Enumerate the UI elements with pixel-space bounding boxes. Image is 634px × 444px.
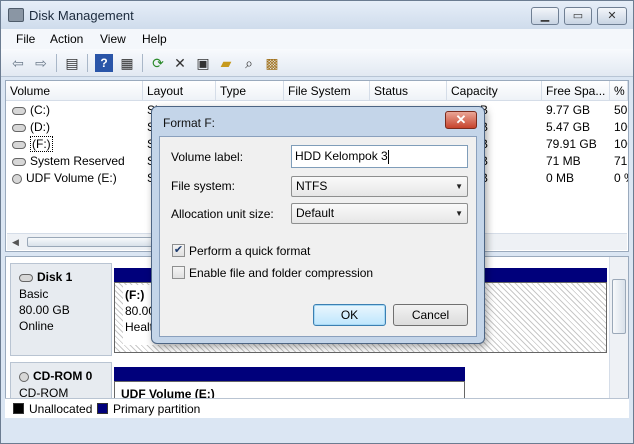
percent-free-cell: 0 % <box>614 171 628 185</box>
volume-name: (C:) <box>30 103 50 117</box>
menu-view[interactable]: View <box>100 32 126 46</box>
settings-icon[interactable]: ▣ <box>194 54 212 72</box>
volume-list-header: Volume Layout Type File System Status Ca… <box>6 81 628 101</box>
status-bar <box>1 421 633 443</box>
maximize-button[interactable]: ▭ <box>564 7 592 25</box>
percent-free-cell: 100 <box>614 120 628 134</box>
free-space-cell: 71 MB <box>546 154 581 168</box>
cd-rom-icon <box>19 371 29 382</box>
free-space-cell: 5.47 GB <box>546 120 591 134</box>
scroll-left-icon[interactable]: ◀ <box>7 234 24 250</box>
column-file-system[interactable]: File System <box>284 81 370 101</box>
column-volume[interactable]: Volume <box>6 81 143 101</box>
drive-icon <box>12 140 26 149</box>
legend-unallocated: Unallocated <box>29 402 93 416</box>
refresh-icon[interactable]: ⟳ <box>149 54 167 72</box>
window-title: Disk Management <box>29 8 134 23</box>
back-arrow-icon[interactable]: ⇦ <box>9 54 27 72</box>
free-space-cell: 0 MB <box>546 171 575 185</box>
search-icon[interactable]: ⌕ <box>240 54 258 72</box>
open-folder-icon[interactable]: ▰ <box>217 54 235 72</box>
column-percent-free[interactable]: % F <box>610 81 628 101</box>
disk-name: CD-ROM 0 <box>19 369 92 383</box>
check-disk-icon[interactable]: ▩ <box>263 54 281 72</box>
percent-free-cell: 50 <box>614 103 628 117</box>
format-dialog: Format F: ✕ Volume label: HDD Kelompok 3… <box>151 106 485 344</box>
menu-bar: File Action View Help <box>1 29 633 49</box>
close-button[interactable]: ✕ <box>597 7 627 25</box>
dropdown-arrow-icon: ▼ <box>455 209 463 218</box>
dialog-body: Volume label: HDD Kelompok 3 File system… <box>159 136 477 337</box>
file-system-label: File system: <box>171 179 236 193</box>
ok-button[interactable]: OK <box>313 304 386 326</box>
percent-free-cell: 100 <box>614 137 628 151</box>
cancel-button[interactable]: Cancel <box>393 304 468 326</box>
volume-label-label: Volume label: <box>171 150 244 164</box>
disk-size: 80.00 GB <box>19 303 70 317</box>
unallocated-swatch <box>13 403 24 414</box>
compression-label[interactable]: Enable file and folder compression <box>189 266 373 280</box>
drive-icon <box>12 106 26 115</box>
volume-name: (F:) <box>30 136 53 152</box>
vertical-scroll-thumb[interactable] <box>612 279 626 334</box>
column-capacity[interactable]: Capacity <box>447 81 542 101</box>
disk-1-label[interactable]: Disk 1 Basic 80.00 GB Online <box>10 263 112 356</box>
toolbar-separator <box>87 54 88 72</box>
file-system-select[interactable]: NTFS ▼ <box>291 176 468 197</box>
allocation-unit-size-label: Allocation unit size: <box>171 207 274 221</box>
title-bar: Disk Management ▁ ▭ ✕ <box>1 1 633 29</box>
dropdown-arrow-icon: ▼ <box>455 182 463 191</box>
volume-name: System Reserved <box>30 154 125 168</box>
cd-rom-0-label[interactable]: CD-ROM 0 CD-ROM <box>10 362 112 402</box>
text-caret <box>387 149 389 164</box>
volume-name: (D:) <box>30 120 50 134</box>
compression-checkbox[interactable] <box>172 266 185 279</box>
disk-management-window: Disk Management ▁ ▭ ✕ File Action View H… <box>0 0 634 444</box>
disk-icon <box>19 273 33 282</box>
column-status[interactable]: Status <box>370 81 447 101</box>
menu-action[interactable]: Action <box>50 32 83 46</box>
dialog-close-button[interactable]: ✕ <box>445 111 477 129</box>
toolbar-separator <box>142 54 143 72</box>
dialog-title: Format F: <box>163 116 216 130</box>
help-icon[interactable]: ? <box>95 54 113 72</box>
volume-name: UDF Volume (E:) <box>26 171 117 185</box>
forward-arrow-icon[interactable]: ⇨ <box>32 54 50 72</box>
minimize-button[interactable]: ▁ <box>531 7 559 25</box>
free-space-cell: 9.77 GB <box>546 103 591 117</box>
disk-name: Disk 1 <box>19 270 72 284</box>
volume-label-input[interactable]: HDD Kelompok 3 <box>291 145 468 168</box>
legend: Unallocated Primary partition <box>5 398 629 418</box>
partition-title: (F:) <box>125 288 145 302</box>
drive-icon <box>12 157 26 166</box>
drive-icon <box>12 123 26 132</box>
toolbar-separator <box>56 54 57 72</box>
cd-drive-icon <box>12 173 22 184</box>
toolbar: ⇦ ⇨ ▤ ? ▦ ⟳ ✕ ▣ ▰ ⌕ ▩ <box>1 49 633 77</box>
disk-management-icon <box>8 8 24 22</box>
allocation-unit-size-select[interactable]: Default ▼ <box>291 203 468 224</box>
menu-help[interactable]: Help <box>142 32 167 46</box>
disk-type: Basic <box>19 287 49 301</box>
delete-icon[interactable]: ✕ <box>171 54 189 72</box>
menu-file[interactable]: File <box>16 32 35 46</box>
view-icon[interactable]: ▦ <box>118 54 136 72</box>
quick-format-label[interactable]: Perform a quick format <box>189 244 310 258</box>
properties-icon[interactable]: ▤ <box>63 54 81 72</box>
column-free-space[interactable]: Free Spa... <box>542 81 610 101</box>
free-space-cell: 79.91 GB <box>546 137 597 151</box>
column-layout[interactable]: Layout <box>143 81 216 101</box>
partition-bar <box>114 367 465 381</box>
column-type[interactable]: Type <box>216 81 284 101</box>
disk-status: Online <box>19 319 54 333</box>
quick-format-checkbox[interactable]: ✔ <box>172 244 185 257</box>
legend-primary-partition: Primary partition <box>113 402 201 416</box>
primary-partition-swatch <box>97 403 108 414</box>
percent-free-cell: 71 <box>614 154 628 168</box>
vertical-scrollbar[interactable] <box>609 257 628 417</box>
